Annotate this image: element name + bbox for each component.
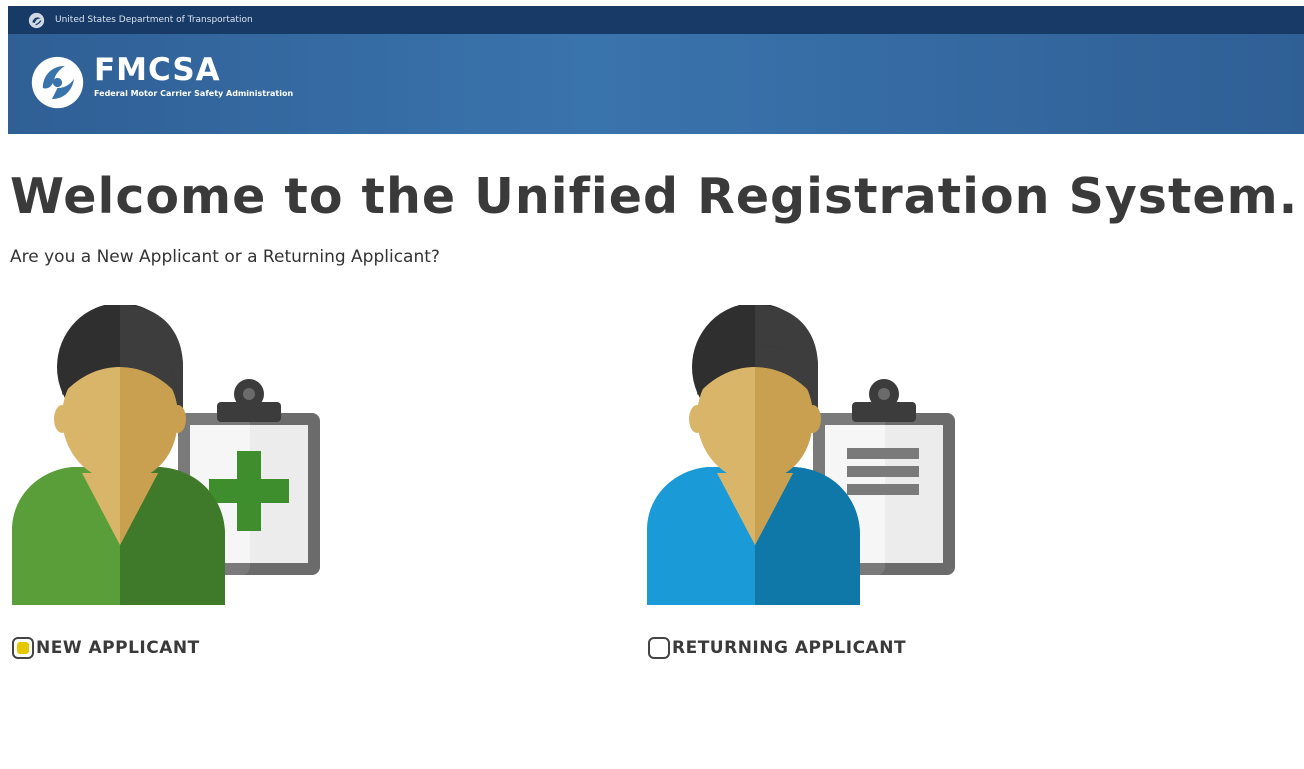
brand-title: FMCSA	[94, 52, 221, 88]
page: United States Department of Transportati…	[0, 0, 1304, 769]
dot-topbar: United States Department of Transportati…	[8, 6, 1304, 34]
applicant-question: Are you a New Applicant or a Returning A…	[10, 247, 440, 267]
department-text: United States Department of Transportati…	[55, 15, 253, 25]
new-applicant-label[interactable]: NEW APPLICANT	[36, 638, 200, 658]
new-applicant-checkbox[interactable]	[12, 637, 34, 659]
returning-applicant-option[interactable]: RETURNING APPLICANT	[648, 637, 906, 659]
returning-applicant-label[interactable]: RETURNING APPLICANT	[672, 638, 906, 658]
new-applicant-icon[interactable]	[10, 305, 322, 610]
checkbox-selected-indicator	[17, 642, 29, 654]
returning-applicant-icon[interactable]	[645, 305, 957, 610]
new-applicant-option[interactable]: NEW APPLICANT	[12, 637, 200, 659]
brand-subtitle: Federal Motor Carrier Safety Administrat…	[94, 89, 294, 98]
site-header: United States Department of Transportati…	[8, 6, 1304, 134]
brand[interactable]: FMCSA Federal Motor Carrier Safety Admin…	[94, 54, 293, 101]
fmcsa-logo-icon[interactable]	[30, 55, 85, 110]
returning-applicant-checkbox[interactable]	[648, 637, 670, 659]
page-title: Welcome to the Unified Registration Syst…	[10, 168, 1299, 225]
dot-seal-icon	[28, 12, 45, 28]
